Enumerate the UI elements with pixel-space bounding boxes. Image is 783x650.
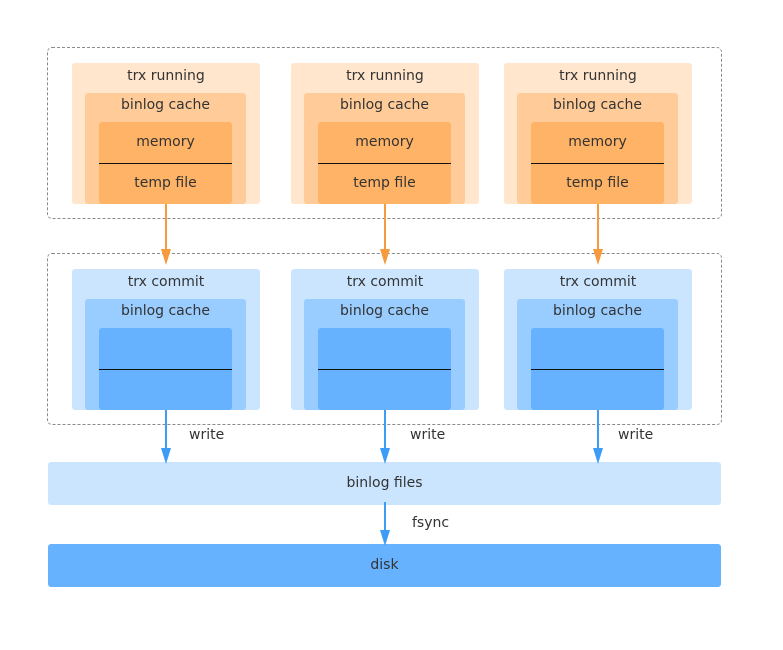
- running-to-commit-arrow-1: [161, 204, 171, 265]
- fsync-arrow: [380, 502, 390, 546]
- write-arrow-1: [161, 410, 171, 464]
- write-label-2: write: [410, 427, 446, 443]
- running-to-commit-arrow-3: [593, 204, 603, 265]
- write-arrow-3: [593, 410, 603, 464]
- arrows-layer: [161, 204, 603, 546]
- write-label-1: write: [189, 427, 225, 443]
- running-to-commit-arrow-2: [380, 204, 390, 265]
- fsync-label: fsync: [412, 515, 450, 531]
- write-label-3: write: [618, 427, 654, 443]
- write-arrow-2: [380, 410, 390, 464]
